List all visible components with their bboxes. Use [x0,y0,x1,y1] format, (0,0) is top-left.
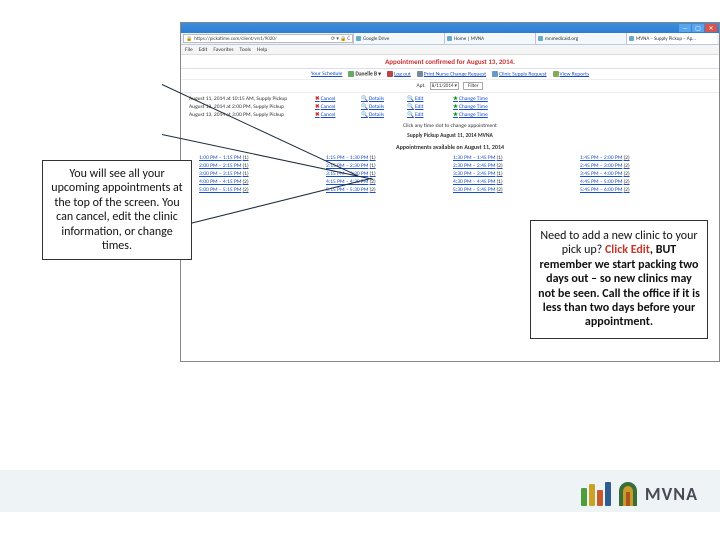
filter-label: Apt. [417,83,426,89]
time-slot[interactable]: 3:45 PM – 4:00 PM(2) [580,171,701,177]
change-time-link[interactable]: ★Change Time [453,96,509,102]
user-icon [348,71,354,77]
menu-tools[interactable]: Tools [240,47,251,53]
logout-link[interactable]: Log out [394,71,411,77]
window-min-button[interactable]: — [679,24,691,32]
favicon-icon [538,36,543,41]
page-content: Appointment confirmed for August 13, 201… [181,55,719,195]
time-slot[interactable]: 5:30 PM – 5:45 PM(2) [453,187,574,193]
ie-menubar: File Edit Favorites Tools Help [181,45,719,55]
time-slot[interactable]: 5:15 PM – 5:30 PM(2) [326,187,447,193]
appointment-when: August 13, 2014 at 2:00 PM, Supply Picku… [189,104,309,110]
time-slot[interactable]: 3:30 PM – 3:45 PM(1) [453,171,574,177]
window-titlebar: — ▢ ✕ [181,23,719,33]
change-time-link[interactable]: ★Change Time [453,112,509,118]
change-time-link[interactable]: ★Change Time [453,104,509,110]
logo-arch-icon [619,482,637,506]
time-slot[interactable]: 1:45 PM – 2:00 PM(2) [580,155,701,161]
tab-mnmedicaid[interactable]: mnmedicaid.org [535,33,626,44]
appointment-when: August 13, 2014 at 3:00 PM, Supply Picku… [189,112,309,118]
appointment-row: August 13, 2014 at 3:00 PM, Supply Picku… [189,111,711,119]
tab-mvna-home[interactable]: Home | MVNA [444,33,535,44]
browser-tabbar: 🔒 https://pickatime.com/client/vrs1/9020… [181,33,719,45]
user-name: Danelle B ▾ [355,71,381,77]
reports-icon [553,71,559,77]
url-text: https://pickatime.com/client/vrs1/9020/ [194,36,277,42]
logo-bars-icon [581,482,611,506]
available-title: Appointments available on August 11, 201… [181,141,719,153]
tab-supply-pickup[interactable]: MVNA – Supply Pickup – Ap… [626,33,717,44]
your-schedule-link[interactable]: Your Schedule [311,71,342,77]
cancel-link[interactable]: ✖Cancel [315,104,355,110]
time-slot[interactable]: 4:30 PM – 4:45 PM(1) [453,179,574,185]
clinic-icon [492,71,498,77]
edit-link[interactable]: 🔍Edit [407,96,447,102]
time-slot[interactable]: 1:30 PM – 1:45 PM(1) [453,155,574,161]
address-bar[interactable]: 🔒 https://pickatime.com/client/vrs1/9020… [183,34,353,43]
tab-label: MVNA – Supply Pickup – Ap… [636,36,696,42]
note-upcoming-appts: You will see all your upcoming appointme… [42,160,192,260]
tab-label: mnmedicaid.org [545,36,578,42]
cancel-link[interactable]: ✖Cancel [315,96,355,102]
print-icon [417,71,423,77]
time-slot[interactable]: 2:00 PM – 2:15 PM(1) [199,163,320,169]
appointment-row: August 11, 2014 at 10:15 AM, Supply Pick… [189,95,711,103]
page-toolbar: Your Schedule Danelle B ▾ Log out Print … [181,69,719,80]
details-link[interactable]: 🔍Details [361,96,401,102]
time-slot[interactable]: 4:15 PM – 4:30 PM(2) [326,179,447,185]
click-hint: Click any time slot to change appointmen… [181,121,719,131]
time-slot[interactable]: 4:00 PM – 4:15 PM(2) [199,179,320,185]
address-controls[interactable]: ⟳ ▾ 🔒 C [331,36,350,42]
menu-favorites[interactable]: Favorites [213,47,233,53]
edit-link[interactable]: 🔍Edit [407,112,447,118]
upcoming-appointments: August 11, 2014 at 10:15 AM, Supply Pick… [181,93,719,121]
time-slot[interactable]: 1:00 PM – 1:15 PM(1) [199,155,320,161]
reports-link[interactable]: View Reports [560,71,590,77]
menu-help[interactable]: Help [257,47,267,53]
cancel-link[interactable]: ✖Cancel [315,112,355,118]
logout-icon [387,71,393,77]
time-slot[interactable]: 1:15 PM – 1:30 PM(1) [326,155,447,161]
window-close-button[interactable]: ✕ [705,24,717,32]
time-slot[interactable]: 5:00 PM – 5:15 PM(2) [199,187,320,193]
logo-text: MVNA [645,483,698,505]
favicon-icon [356,36,361,41]
details-link[interactable]: 🔍Details [361,104,401,110]
time-slot[interactable]: 4:45 PM – 5:00 PM(2) [580,179,701,185]
time-slot[interactable]: 2:30 PM – 2:45 PM(2) [453,163,574,169]
time-slot[interactable]: 2:15 PM – 2:30 PM(1) [326,163,447,169]
time-slot[interactable]: 2:45 PM – 3:00 PM(2) [580,163,701,169]
date-filter: Apt. 8/11/2014 ▾ Filter [181,80,719,93]
note-click-edit: Click Edit [605,243,650,257]
appointment-when: August 11, 2014 at 10:15 AM, Supply Pick… [189,96,309,102]
window-max-button[interactable]: ▢ [692,24,704,32]
lock-icon: 🔒 [186,36,192,42]
confirm-banner: Appointment confirmed for August 13, 201… [181,55,719,69]
details-link[interactable]: 🔍Details [361,112,401,118]
slot-grid: 1:00 PM – 1:15 PM(1) 1:15 PM – 1:30 PM(1… [181,153,719,195]
time-slot[interactable]: 3:00 PM – 3:15 PM(1) [199,171,320,177]
favicon-icon [447,36,452,41]
clinic-request-link[interactable]: Clinic Supply Request [499,71,546,77]
mvna-logo: MVNA [581,482,698,506]
time-slot[interactable]: 5:45 PM – 6:00 PM(2) [580,187,701,193]
tab-label: Home | MVNA [454,36,484,42]
note-add-clinic: Need to add a new clinic to your pick up… [530,220,708,339]
favicon-icon [629,36,634,41]
filter-button[interactable]: Filter [463,82,483,90]
appointment-row: August 13, 2014 at 2:00 PM, Supply Picku… [189,103,711,111]
date-select[interactable]: 8/11/2014 ▾ [430,82,459,90]
tab-google-drive[interactable]: Google Drive [353,33,444,44]
menu-file[interactable]: File [185,47,193,53]
menu-edit[interactable]: Edit [199,47,208,53]
tab-label: Google Drive [363,36,389,42]
pickup-line: Supply Pickup August 11, 2014 MVNA [181,131,719,141]
print-link[interactable]: Print Nurse Change Request [424,71,486,77]
time-slot[interactable]: 3:15 PM – 3:30 PM(1) [326,171,447,177]
edit-link[interactable]: 🔍Edit [407,104,447,110]
